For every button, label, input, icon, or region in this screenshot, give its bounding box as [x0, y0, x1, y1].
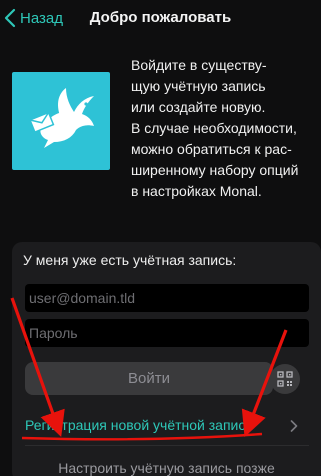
qr-scan-button[interactable] [270, 364, 300, 394]
setup-later-button[interactable]: Настроить учётную запись позже [12, 460, 321, 476]
password-field[interactable] [25, 319, 309, 347]
navigation-bar: Назад Добро пожаловать [0, 0, 321, 36]
intro-text: Войдите в существу- щую учётную запись и… [131, 57, 299, 199]
divider [25, 445, 309, 446]
app-logo [12, 72, 110, 170]
qr-code-icon [277, 371, 293, 387]
register-label: Регистрация новой учётной записи [25, 417, 254, 433]
page-title: Добро пожаловать [89, 9, 232, 26]
user-field[interactable] [25, 284, 309, 312]
login-heading: У меня уже есть учётная запись: [23, 252, 237, 268]
register-account-row[interactable]: Регистрация новой учётной записи [12, 410, 309, 440]
chevron-right-icon [290, 420, 298, 432]
login-card: У меня уже есть учётная запись: Войти Ре… [12, 242, 321, 476]
login-button[interactable]: Войти [25, 362, 273, 395]
dove-letter-icon [29, 88, 94, 148]
